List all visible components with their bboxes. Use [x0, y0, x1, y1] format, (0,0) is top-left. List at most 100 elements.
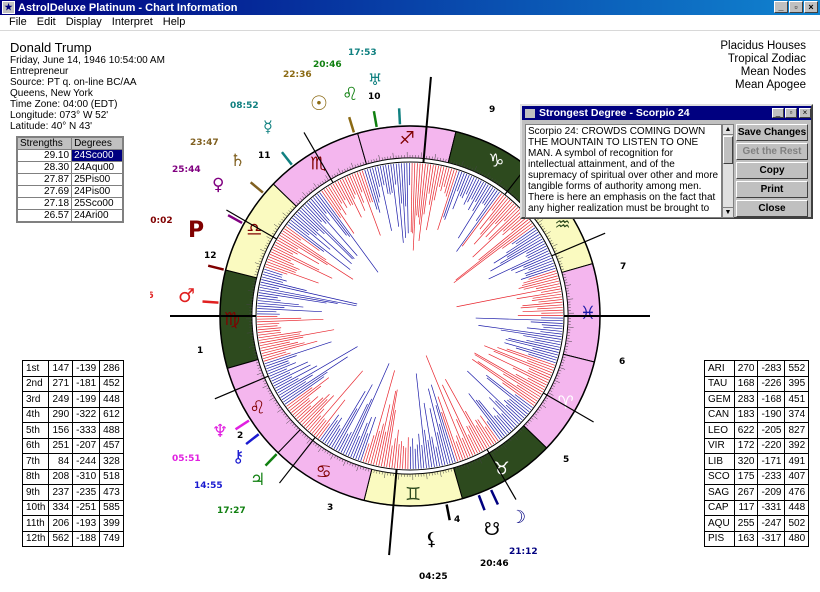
degree-value: 24Aqu00 [71, 161, 123, 174]
degree-value: 24Sco00 [71, 149, 123, 162]
strength-value: 27.69 [16, 185, 73, 198]
interpretation-text[interactable]: Scorpio 24: CROWDS COMING DOWN THE MOUNT… [525, 124, 722, 218]
table-cell: -283 [757, 360, 786, 377]
table-cell: -310 [72, 468, 101, 485]
planet-marker [477, 494, 486, 511]
planet-degree: 05:51 [172, 454, 201, 464]
planet-glyph-mars[interactable]: ♂ [178, 285, 195, 307]
planet-glyph-south-node[interactable]: ☋ [484, 519, 500, 540]
scroll-thumb[interactable] [723, 136, 733, 164]
table-cell: 163 [733, 530, 759, 547]
strengths-table[interactable]: Strengths Degrees 29.10 24Sco00 28.30 24Aqu… [16, 136, 124, 223]
sign-glyph: ♑ [488, 150, 504, 171]
sign-glyph: ♍ [224, 309, 240, 330]
menu-file[interactable]: File [4, 15, 32, 30]
table-cell: ARI [704, 360, 735, 377]
planet-degree: 08:52 [230, 101, 259, 111]
menu-interpret[interactable]: Interpret [107, 15, 158, 30]
print-button[interactable]: Print [736, 181, 808, 198]
save-changes-button[interactable]: Save Changes [736, 124, 808, 141]
table-cell: 286 [99, 360, 124, 377]
planet-marker [397, 108, 402, 125]
table-cell: CAP [704, 499, 735, 516]
table-cell: 255 [733, 515, 759, 532]
sign-row: PIS 163 -317 480 [704, 530, 810, 547]
sign-glyph: ♌ [249, 398, 265, 419]
planet-degree: 20:46 [313, 60, 342, 70]
text-scrollbar[interactable]: ▲ ▼ [722, 124, 734, 218]
data-source: Source: PT q. on-line BC/AA [10, 77, 137, 88]
copy-button[interactable]: Copy [736, 162, 808, 179]
table-cell: 208 [48, 468, 74, 485]
table-cell: 399 [99, 515, 124, 532]
table-cell: 328 [99, 453, 124, 470]
planet-glyph-chiron[interactable]: ⚷ [232, 447, 244, 467]
sign-row: LIB 320 -171 491 [704, 453, 810, 470]
planet-degree: 14:55 [194, 481, 223, 491]
planet-marker [490, 489, 500, 506]
planet-glyph-north-node[interactable]: ♌ [342, 84, 358, 105]
app-icon[interactable]: ★ [2, 1, 15, 14]
scroll-up-icon[interactable]: ▲ [723, 125, 733, 135]
strongest-degree-dialog: Strongest Degree - Scorpio 24 _ ▫ × Scor… [520, 104, 813, 219]
degrees-header: Degrees [71, 137, 123, 150]
planet-glyph-moon[interactable]: ☽ [510, 507, 526, 528]
sign-glyph: ♊ [405, 484, 421, 505]
table-cell: -226 [757, 375, 786, 392]
dialog-maximize-button[interactable]: ▫ [785, 108, 797, 118]
planet-glyph-neptune[interactable]: ♆ [212, 421, 228, 442]
planet-glyph-venus[interactable]: ♀ [212, 175, 224, 195]
dialog-minimize-button[interactable]: _ [772, 108, 784, 118]
strengths-header: Strengths [16, 137, 73, 150]
table-cell: 175 [733, 468, 759, 485]
table-cell: 552 [784, 360, 810, 377]
planet-glyph-saturn[interactable]: ♄ [230, 151, 245, 171]
strength-value: 26.57 [16, 209, 73, 222]
table-cell: 283 [733, 391, 759, 408]
table-cell: 562 [48, 530, 74, 547]
strength-row[interactable]: 29.10 24Sco00 [16, 149, 123, 162]
table-cell: 271 [48, 375, 74, 392]
strength-row[interactable]: 27.18 25Sco00 [16, 197, 123, 210]
house-system: Placidus Houses [720, 40, 806, 52]
table-cell: LEO [704, 422, 735, 439]
table-cell: -205 [757, 422, 786, 439]
close-button[interactable]: × [804, 1, 818, 13]
table-cell: 270 [733, 360, 759, 377]
planet-glyph-apogee[interactable]: ⚸ [425, 529, 438, 550]
planet-marker [280, 151, 293, 166]
planet-glyph-pluto[interactable]: P [188, 218, 204, 243]
table-cell: 488 [99, 422, 124, 439]
maximize-button[interactable]: ▫ [789, 1, 803, 13]
sign-row: LEO 622 -205 827 [704, 422, 810, 439]
table-cell: -188 [72, 530, 101, 547]
strength-row[interactable]: 26.57 24Ari00 [16, 209, 123, 222]
strength-row[interactable]: 27.69 24Pis00 [16, 185, 123, 198]
planet-glyph-jupiter[interactable]: ♃ [250, 470, 265, 490]
menu-display[interactable]: Display [61, 15, 107, 30]
strength-row[interactable]: 28.30 24Aqu00 [16, 161, 123, 174]
strength-value: 29.10 [16, 149, 73, 162]
sign-row: ARI 270 -283 552 [704, 360, 810, 377]
scroll-down-icon[interactable]: ▼ [723, 207, 733, 217]
time-zone: Time Zone: 04:00 (EDT) [10, 99, 118, 110]
dialog-close-text-button[interactable]: Close [736, 200, 808, 217]
strength-row[interactable]: 27.87 25Pis00 [16, 173, 123, 186]
house-number: 9 [489, 105, 495, 115]
chart-settings: Placidus Houses Tropical Zodiac Mean Nod… [720, 40, 806, 92]
get-the-rest-button[interactable]: Get the Rest [736, 143, 808, 160]
dialog-close-button[interactable]: × [799, 108, 811, 118]
planet-glyph-sun[interactable]: ☉ [310, 91, 328, 115]
planet-glyph-mercury[interactable]: ☿ [263, 117, 273, 136]
menu-help[interactable]: Help [158, 15, 191, 30]
node-type: Mean Nodes [740, 66, 806, 78]
table-cell: 183 [733, 406, 759, 423]
table-cell: -244 [72, 453, 101, 470]
house-number: 10 [368, 92, 381, 102]
planet-glyph-uranus[interactable]: ♅ [368, 70, 382, 89]
house-row: 4th 290 -322 612 [21, 406, 124, 423]
minimize-button[interactable]: _ [774, 1, 788, 13]
menu-edit[interactable]: Edit [32, 15, 61, 30]
house-number: 11 [258, 151, 271, 161]
table-cell: 172 [733, 437, 759, 454]
